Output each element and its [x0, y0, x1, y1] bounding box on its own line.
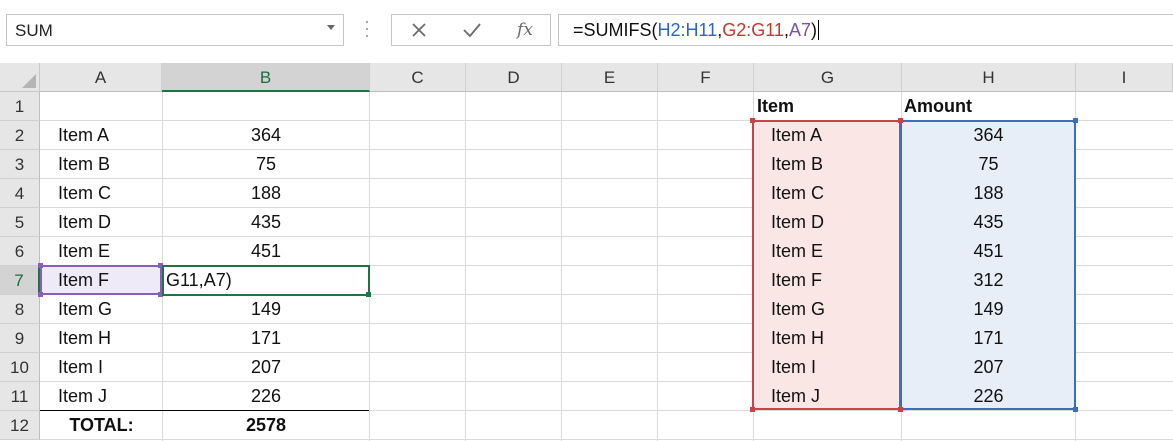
row-header-8[interactable]: 8	[0, 295, 40, 324]
cell-a8[interactable]: Item G	[41, 295, 162, 324]
column-header-i[interactable]: I	[1076, 63, 1173, 92]
formula-arg-sum-range: H2:H11	[657, 20, 718, 40]
cell-g11[interactable]: Item J	[754, 382, 900, 411]
cell-a4[interactable]: Item C	[41, 179, 162, 208]
cell-h10[interactable]: 207	[902, 353, 1075, 382]
cell-h2[interactable]: 364	[902, 121, 1075, 150]
formula-prefix: =SUMIFS(	[573, 20, 658, 40]
row-header-7[interactable]: 7	[0, 266, 40, 295]
x-icon	[412, 23, 426, 37]
cell-b3[interactable]: 75	[163, 150, 369, 179]
cell-h5[interactable]: 435	[902, 208, 1075, 237]
row-header-4[interactable]: 4	[0, 179, 40, 208]
cell-a6[interactable]: Item E	[41, 237, 162, 266]
cell-a12[interactable]: TOTAL:	[41, 411, 162, 440]
cell-h1[interactable]: Amount	[899, 92, 1075, 121]
cell-g10[interactable]: Item I	[754, 353, 900, 382]
row-header-12[interactable]: 12	[0, 411, 40, 440]
cancel-button[interactable]	[394, 15, 444, 45]
cell-g4[interactable]: Item C	[754, 179, 900, 208]
cell-g8[interactable]: Item G	[754, 295, 900, 324]
cell-a5[interactable]: Item D	[41, 208, 162, 237]
cell-a3[interactable]: Item B	[41, 150, 162, 179]
text-caret	[817, 20, 819, 40]
cell-a11[interactable]: Item J	[41, 382, 162, 411]
column-header-b[interactable]: B	[162, 63, 370, 92]
insert-function-button[interactable]: fx	[500, 15, 550, 45]
cell-g6[interactable]: Item E	[754, 237, 900, 266]
cell-h11[interactable]: 226	[902, 382, 1075, 411]
row-header-3[interactable]: 3	[0, 150, 40, 179]
cell-b12[interactable]: 2578	[163, 411, 369, 440]
cell-g1[interactable]: Item	[752, 92, 900, 121]
cell-b10[interactable]: 207	[163, 353, 369, 382]
cell-g5[interactable]: Item D	[754, 208, 900, 237]
cell-g7[interactable]: Item F	[754, 266, 900, 295]
formula-arg-criteria-range: G2:G11	[722, 20, 784, 40]
gridline	[561, 92, 562, 441]
cell-g9[interactable]: Item H	[754, 324, 900, 353]
row-header-2[interactable]: 2	[0, 121, 40, 150]
chevron-down-icon[interactable]	[327, 25, 335, 30]
column-header-f[interactable]: F	[658, 63, 754, 92]
cell-h6[interactable]: 451	[902, 237, 1075, 266]
formula-text: =SUMIFS(H2:H11,G2:G11,A7)	[573, 20, 819, 41]
fx-icon: fx	[517, 20, 533, 40]
cell-a2[interactable]: Item A	[41, 121, 162, 150]
name-box-value: SUM	[15, 21, 53, 40]
row-header-6[interactable]: 6	[0, 237, 40, 266]
cell-b5[interactable]: 435	[163, 208, 369, 237]
row-header-5[interactable]: 5	[0, 208, 40, 237]
drag-handle-icon[interactable]: · · ·	[364, 12, 370, 44]
cell-b7-editing[interactable]: G11,A7)	[166, 266, 366, 295]
cell-h7[interactable]: 312	[902, 266, 1075, 295]
column-header-h[interactable]: H	[902, 63, 1076, 92]
column-header-c[interactable]: C	[370, 63, 466, 92]
cell-g2[interactable]: Item A	[754, 121, 900, 150]
cell-b6[interactable]: 451	[163, 237, 369, 266]
column-header-e[interactable]: E	[562, 63, 658, 92]
formula-buttons: fx	[391, 14, 551, 46]
cell-b9[interactable]: 171	[163, 324, 369, 353]
row-header-1[interactable]: 1	[0, 92, 40, 121]
check-icon	[463, 23, 481, 38]
cell-h4[interactable]: 188	[902, 179, 1075, 208]
formula-input[interactable]: =SUMIFS(H2:H11,G2:G11,A7)	[558, 14, 1173, 46]
cell-a9[interactable]: Item H	[41, 324, 162, 353]
select-all-button[interactable]	[0, 63, 40, 92]
cell-h8[interactable]: 149	[902, 295, 1075, 324]
row-header-11[interactable]: 11	[0, 382, 40, 411]
gridline	[465, 92, 466, 441]
name-box[interactable]: SUM	[6, 14, 344, 46]
column-header-g[interactable]: G	[754, 63, 902, 92]
cell-a10[interactable]: Item I	[41, 353, 162, 382]
cell-h3[interactable]: 75	[902, 150, 1075, 179]
formula-suffix: )	[810, 20, 817, 40]
cell-b4[interactable]: 188	[163, 179, 369, 208]
cell-h9[interactable]: 171	[902, 324, 1075, 353]
cell-b11[interactable]: 226	[163, 382, 369, 411]
column-header-a[interactable]: A	[40, 63, 162, 92]
gridline	[657, 92, 658, 441]
cell-b8[interactable]: 149	[163, 295, 369, 324]
row-header-10[interactable]: 10	[0, 353, 40, 382]
cell-b2[interactable]: 364	[163, 121, 369, 150]
enter-button[interactable]	[447, 15, 497, 45]
cell-g3[interactable]: Item B	[754, 150, 900, 179]
formula-arg-criteria: A7	[788, 20, 811, 40]
column-header-d[interactable]: D	[466, 63, 562, 92]
cell-a7[interactable]: Item F	[41, 266, 162, 295]
row-header-9[interactable]: 9	[0, 324, 40, 353]
